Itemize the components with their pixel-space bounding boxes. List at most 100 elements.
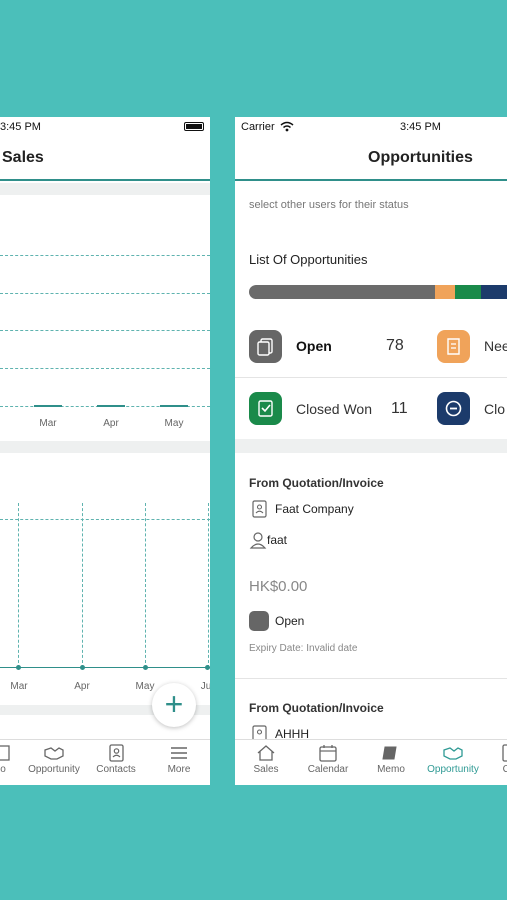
card-source: From Quotation/Invoice — [249, 476, 384, 490]
progress-segment-closed — [481, 285, 507, 299]
person-icon — [249, 532, 267, 549]
card-status-label: Open — [275, 614, 305, 628]
data-point — [143, 665, 148, 670]
divider — [235, 678, 507, 679]
contacts-icon — [502, 744, 507, 762]
status-row: Closed Won 11 Clo — [235, 378, 507, 440]
tick-label: Apr — [103, 418, 119, 429]
section-separator — [235, 439, 507, 453]
memo-icon — [0, 745, 10, 761]
tab-contacts[interactable]: Co — [478, 744, 507, 775]
status-label[interactable]: Nee — [484, 338, 507, 354]
tab-opportunity[interactable]: Opportunity — [23, 744, 85, 775]
handshake-icon — [44, 747, 64, 760]
grid-line — [0, 255, 210, 256]
grid-line — [0, 519, 210, 520]
page-title: Sales — [2, 149, 44, 166]
status-progress-bar — [249, 285, 507, 299]
status-row: Open 78 Nee — [235, 315, 507, 377]
grid-line — [0, 368, 210, 369]
grid-line — [0, 293, 210, 294]
carrier-label: Carrier — [241, 121, 275, 133]
tab-memo[interactable]: Memo — [360, 744, 422, 775]
contact-name: faat — [267, 533, 288, 547]
wifi-icon — [280, 121, 294, 132]
grid-line — [145, 503, 146, 668]
tab-bar: o Opportunity Contacts More — [0, 739, 210, 785]
tab-sales[interactable]: Sales — [235, 744, 297, 775]
tab-label: Calendar — [307, 764, 349, 775]
handshake-icon — [443, 747, 463, 760]
tab-label: Opportunity — [28, 764, 80, 775]
tab-label: Co — [502, 764, 507, 775]
tab-label: More — [167, 764, 191, 775]
opportunities-screen: Carrier 3:45 PM Opportunities select oth… — [235, 117, 507, 785]
status-label[interactable]: Closed Won — [296, 401, 372, 417]
status-bar: 3:45 PM — [0, 117, 210, 137]
tab-opportunity[interactable]: Opportunity — [422, 744, 484, 775]
status-time: 3:45 PM — [400, 121, 441, 133]
data-point — [16, 665, 21, 670]
closed-won-status-icon[interactable] — [249, 392, 282, 425]
calendar-icon — [319, 745, 337, 762]
status-label[interactable]: Clo — [484, 401, 505, 417]
card-expiry: Expiry Date: Invalid date — [249, 643, 358, 654]
nav-bar: Opportunities — [235, 137, 507, 181]
card-amount: HK$0.00 — [249, 578, 308, 595]
open-status-icon[interactable] — [249, 330, 282, 363]
tick-label: Apr — [74, 681, 90, 692]
need-status-icon[interactable] — [437, 330, 470, 363]
tab-label: Contacts — [96, 764, 136, 775]
status-time: 3:45 PM — [0, 121, 41, 133]
page-title: Opportunities — [368, 149, 473, 166]
bar-may — [160, 405, 188, 407]
company-icon — [252, 500, 267, 518]
nav-bar: Sales — [0, 137, 210, 181]
card-contact: faat — [249, 530, 287, 550]
card-status: Open — [249, 611, 304, 631]
tab-label: Opportunity — [427, 764, 479, 775]
bar-mar — [34, 405, 62, 407]
section-separator — [0, 183, 210, 195]
tab-contacts[interactable]: Contacts — [85, 744, 147, 775]
progress-segment-closed-won — [455, 285, 481, 299]
tick-label: Mar — [10, 681, 28, 692]
company-name: Faat Company — [275, 502, 354, 516]
tab-label: Memo — [377, 764, 405, 775]
progress-segment-open — [249, 285, 435, 299]
tick-label: Mar — [39, 418, 57, 429]
grid-line — [208, 503, 209, 668]
tab-calendar[interactable]: Calendar — [297, 744, 359, 775]
status-count: 11 — [391, 400, 408, 417]
battery-icon — [184, 122, 204, 131]
list-heading: List Of Opportunities — [249, 252, 368, 267]
tab-more[interactable]: More — [148, 744, 210, 775]
grid-line — [82, 503, 83, 668]
home-icon — [257, 745, 275, 761]
tab-label: o — [0, 764, 6, 775]
series-line — [0, 667, 210, 668]
tab-bar: Sales Calendar Memo Opportunity Co — [235, 739, 507, 785]
user-select-hint[interactable]: select other users for their status — [249, 199, 409, 211]
status-label[interactable]: Open — [296, 338, 332, 354]
open-status-icon — [249, 611, 269, 631]
grid-line — [18, 503, 19, 668]
progress-segment-need — [435, 285, 455, 299]
contacts-icon — [109, 744, 124, 762]
book-icon — [382, 746, 397, 760]
add-button[interactable]: + — [152, 683, 196, 727]
data-point — [80, 665, 85, 670]
bar-apr — [97, 405, 125, 407]
sales-screen: 3:45 PM Sales Mar Apr May Mar Apr May Ju — [0, 117, 210, 785]
card-company: Faat Company — [249, 499, 354, 519]
section-separator — [0, 441, 210, 453]
menu-icon — [171, 747, 187, 759]
closed-status-icon[interactable] — [437, 392, 470, 425]
status-bar: Carrier 3:45 PM — [235, 117, 507, 137]
grid-line — [0, 330, 210, 331]
card-source: From Quotation/Invoice — [249, 701, 384, 715]
data-point — [205, 665, 210, 670]
tick-label: May — [164, 418, 184, 429]
tab-label: Sales — [253, 764, 279, 775]
status-count: 78 — [386, 337, 404, 354]
